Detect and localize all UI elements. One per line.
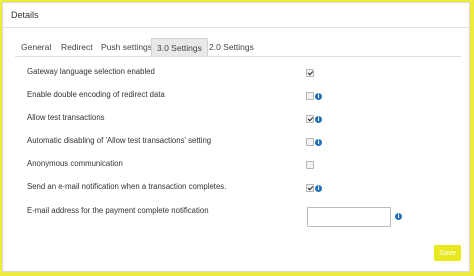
tab-bar: General Redirect Push settings 3.0 Setti… xyxy=(15,38,461,57)
gateway-language-checkbox[interactable] xyxy=(306,69,314,77)
setting-label-email-address: E-mail address for the payment complete … xyxy=(27,206,209,215)
setting-label-gateway-language: Gateway language selection enabled xyxy=(27,67,155,76)
setting-label-email-notification: Send an e-mail notification when a trans… xyxy=(27,182,227,191)
info-icon[interactable]: i xyxy=(315,185,322,192)
double-encoding-checkbox[interactable] xyxy=(306,92,314,100)
tab-3-0-settings[interactable]: 3.0 Settings xyxy=(151,38,208,56)
tab-general[interactable]: General xyxy=(21,38,51,56)
save-button[interactable]: Save xyxy=(434,245,461,261)
info-icon[interactable]: i xyxy=(395,213,402,220)
allow-test-transactions-checkbox[interactable] xyxy=(306,115,314,123)
info-icon[interactable]: i xyxy=(315,116,322,123)
auto-disable-test-checkbox[interactable] xyxy=(306,138,314,146)
email-address-input[interactable] xyxy=(307,207,391,227)
setting-label-anonymous: Anonymous communication xyxy=(27,159,123,168)
setting-label-double-encoding: Enable double encoding of redirect data xyxy=(27,90,165,99)
email-notification-checkbox[interactable] xyxy=(306,184,314,192)
info-icon[interactable]: i xyxy=(315,93,322,100)
tab-push-settings[interactable]: Push settings xyxy=(101,38,152,56)
anonymous-communication-checkbox[interactable] xyxy=(306,161,314,169)
details-panel: Details General Redirect Push settings 3… xyxy=(2,2,470,272)
info-icon[interactable]: i xyxy=(315,139,322,146)
tab-2-0-settings[interactable]: 2.0 Settings xyxy=(209,38,254,56)
setting-label-auto-disable: Automatic disabling of 'Allow test trans… xyxy=(27,136,212,145)
tab-redirect[interactable]: Redirect xyxy=(61,38,93,56)
panel-header: Details xyxy=(3,3,469,28)
setting-label-allow-test: Allow test transactions xyxy=(27,113,105,122)
panel-title: Details xyxy=(11,10,39,20)
